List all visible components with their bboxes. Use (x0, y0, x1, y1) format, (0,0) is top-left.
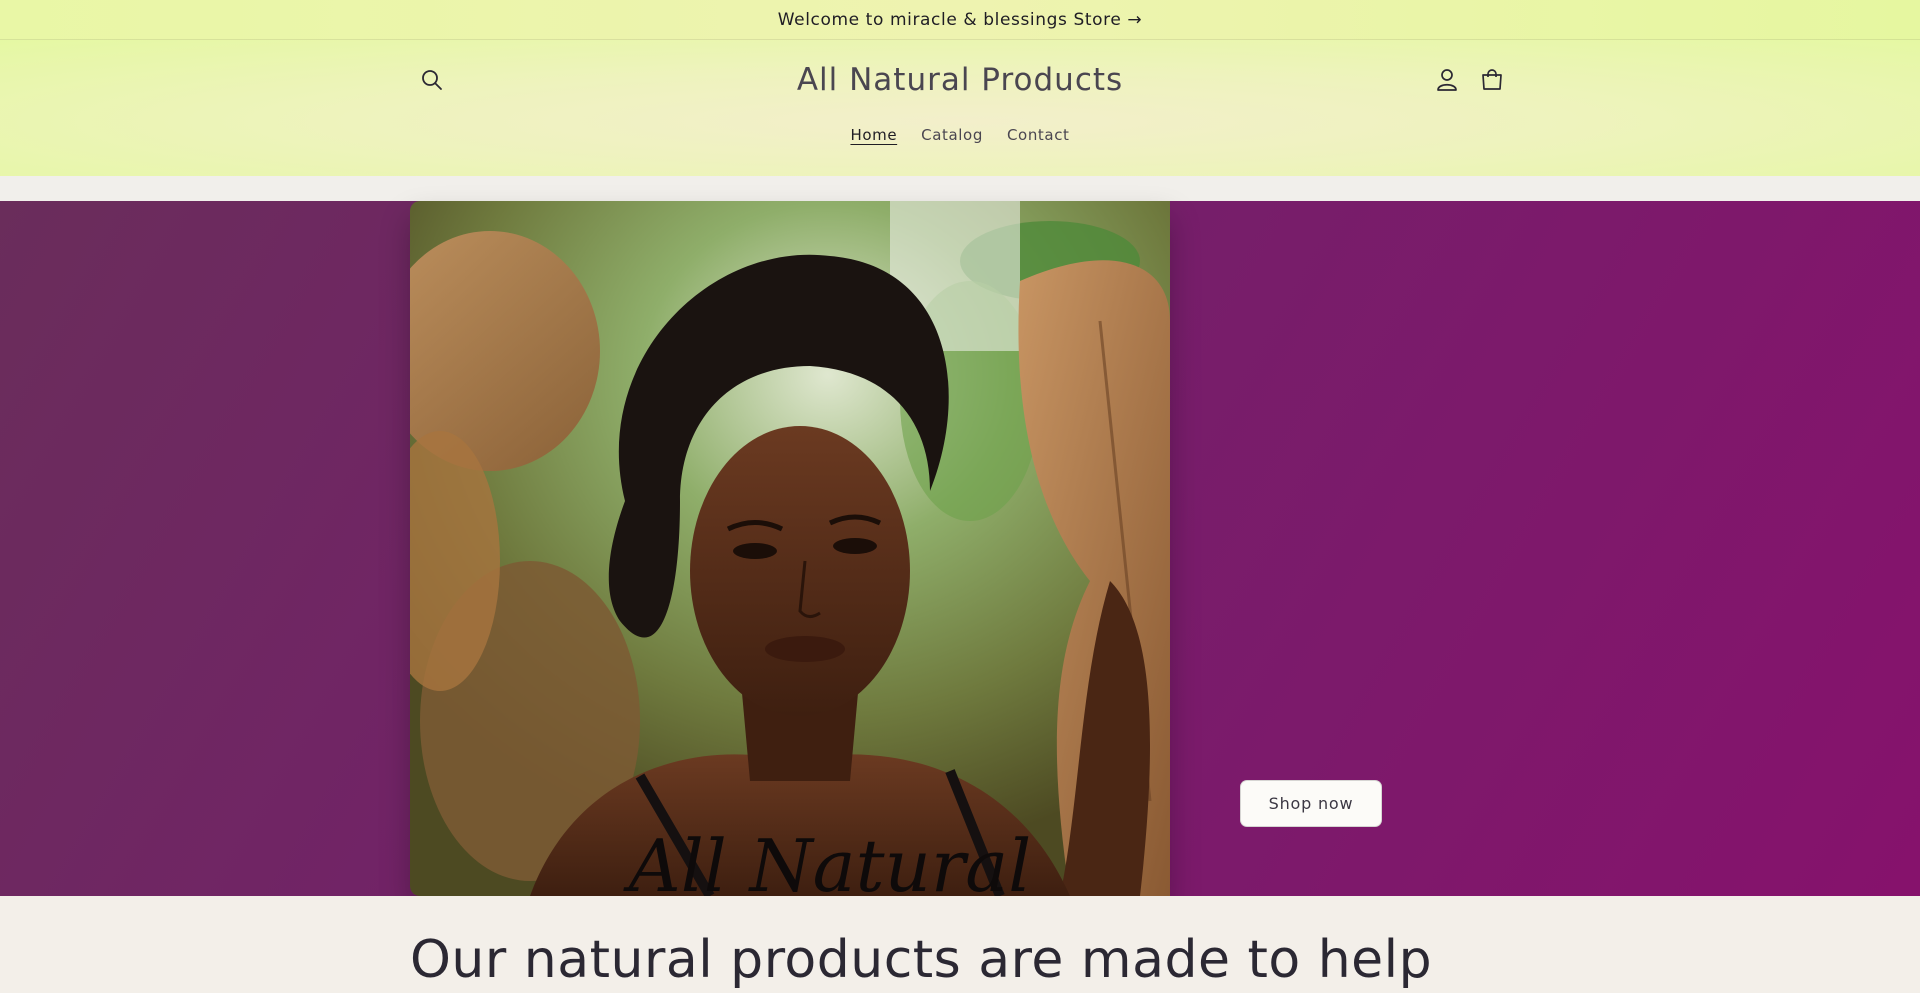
site-header: All Natural Products Home Catalog Contac… (0, 40, 1920, 176)
announcement-text: Welcome to miracle & blessings Store (777, 9, 1122, 30)
header-spacer (0, 176, 1920, 201)
arrow-right-icon: → (1127, 9, 1143, 30)
section-heading: Our natural products are made to help (410, 930, 1433, 990)
intro-section: Our natural products are made to help (0, 896, 1920, 993)
account-button[interactable] (1433, 66, 1461, 94)
hero-banner: All Natural Shop now (0, 201, 1920, 896)
nav-item-catalog[interactable]: Catalog (921, 124, 983, 146)
site-logo: All Natural Products (0, 62, 1920, 98)
hero-photo: All Natural (410, 201, 1170, 896)
account-icon (1437, 69, 1457, 91)
announcement-link[interactable]: Welcome to miracle & blessings Store → (778, 10, 1143, 30)
nav-item-contact[interactable]: Contact (1007, 124, 1070, 146)
nav-item-home[interactable]: Home (850, 124, 897, 146)
announcement-bar: Welcome to miracle & blessings Store → (0, 0, 1920, 40)
cart-button[interactable] (1477, 66, 1507, 94)
shop-now-button[interactable]: Shop now (1240, 780, 1382, 827)
hero-image: All Natural (410, 201, 1170, 896)
cart-icon (1482, 69, 1502, 90)
main-nav: Home Catalog Contact (0, 124, 1920, 146)
logo-link[interactable]: All Natural Products (797, 62, 1123, 98)
hero-overlay-text: All Natural (623, 824, 1032, 896)
